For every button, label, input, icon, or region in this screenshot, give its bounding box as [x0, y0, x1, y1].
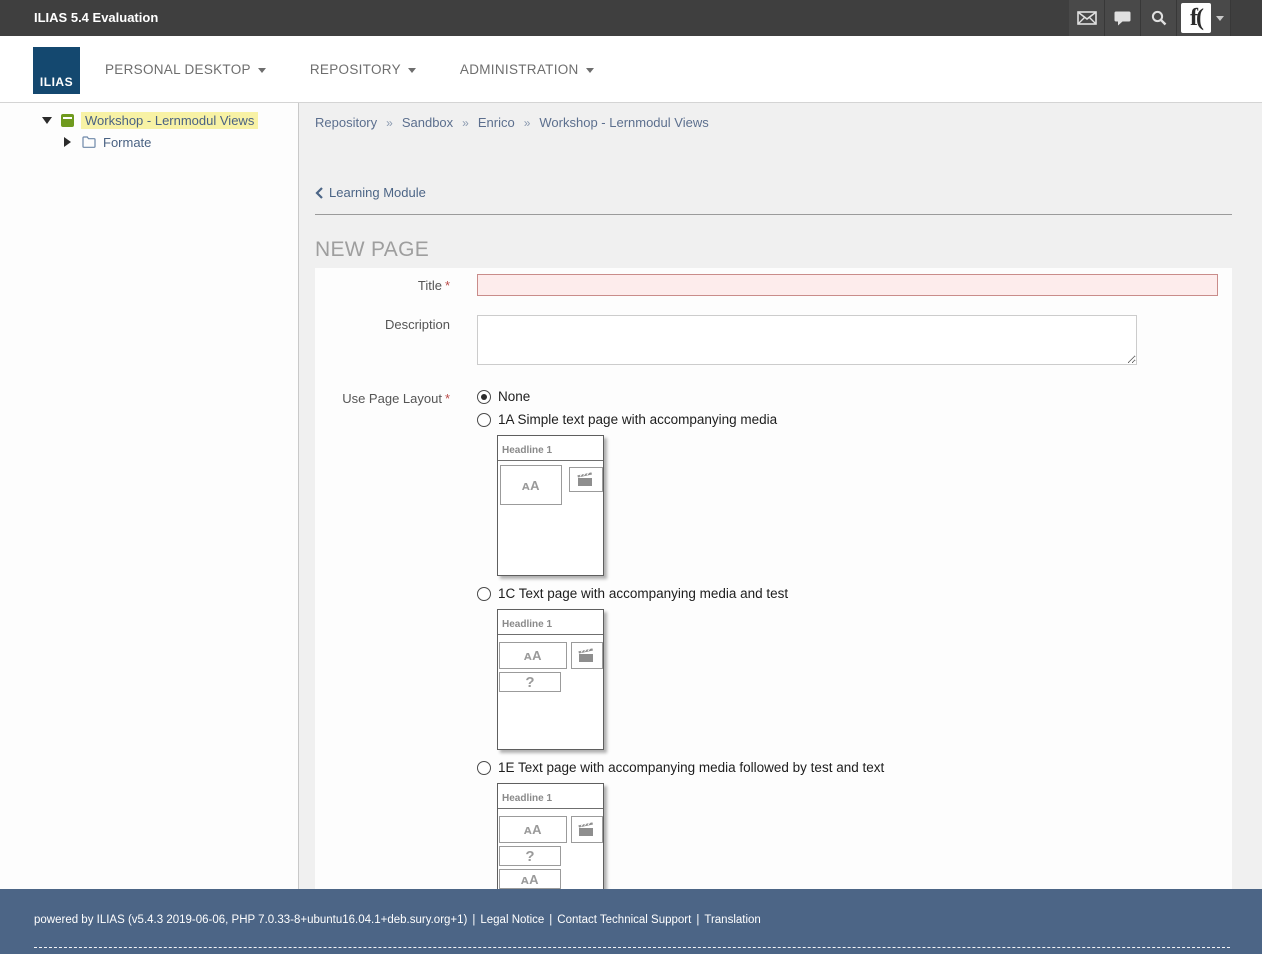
media-block-icon [571, 816, 603, 843]
learning-module-icon [61, 114, 74, 127]
tree-item-workshop: Workshop - Lernmodul Views [0, 112, 298, 128]
text-block-icon: ᴀA [500, 465, 562, 505]
form-row-page-layout: Use Page Layout* None 1A Simple text pag… [315, 389, 1232, 889]
breadcrumb-separator: » [524, 116, 531, 130]
main-region: Workshop - Lernmodul Views Formate Repos… [0, 103, 1262, 889]
description-textarea[interactable] [477, 315, 1137, 365]
chevron-down-icon [408, 68, 416, 73]
powered-by-link[interactable]: powered by ILIAS (v5.4.3 2019-06-06, PHP… [34, 914, 467, 926]
layout-preview-1e: Headline 1 ᴀA ? ᴀA [497, 783, 604, 889]
layout-option-1c: 1C Text page with accompanying media and… [477, 586, 1232, 601]
chevron-down-icon [258, 68, 266, 73]
breadcrumb-sandbox[interactable]: Sandbox [402, 115, 453, 130]
preview-headline: Headline 1 [498, 436, 603, 461]
mail-button[interactable] [1069, 0, 1105, 36]
chevron-down-icon [1216, 16, 1224, 21]
form-row-description: Description [315, 315, 1232, 370]
mail-icon [1077, 11, 1097, 25]
top-bar: ILIAS 5.4 Evaluation f( [0, 0, 1262, 36]
use-page-layout-label: Use Page Layout [342, 391, 442, 406]
radio-1e[interactable] [477, 761, 491, 775]
media-block-icon [569, 467, 603, 492]
breadcrumb-repository[interactable]: Repository [315, 115, 377, 130]
folder-icon [82, 136, 96, 148]
translation-link[interactable]: Translation [704, 914, 760, 926]
avatar: f( [1181, 3, 1211, 33]
chevron-left-icon [315, 187, 323, 199]
legal-notice-link[interactable]: Legal Notice [480, 914, 544, 926]
footer-focus-outline [34, 947, 1230, 948]
preview-headline: Headline 1 [498, 784, 603, 809]
breadcrumb-enrico[interactable]: Enrico [478, 115, 515, 130]
radio-1a[interactable] [477, 413, 491, 427]
tree-item-formate: Formate [0, 134, 298, 150]
nav-item-administration[interactable]: ADMINISTRATION [460, 62, 594, 77]
layout-option-1e: 1E Text page with accompanying media fol… [477, 760, 1232, 775]
content-area: Repository » Sandbox » Enrico » Workshop… [300, 103, 1262, 889]
required-marker: * [445, 278, 450, 293]
chat-button[interactable] [1105, 0, 1141, 36]
nav-menu: PERSONAL DESKTOP REPOSITORY ADMINISTRATI… [105, 36, 594, 103]
layout-preview-1a: Headline 1 ᴀA [497, 435, 604, 576]
description-label: Description [385, 317, 450, 332]
required-marker: * [445, 391, 450, 406]
preview-headline: Headline 1 [498, 610, 603, 635]
new-page-form: Title* Description Use Page Layout* [315, 268, 1232, 889]
radio-1c[interactable] [477, 587, 491, 601]
app-title: ILIAS 5.4 Evaluation [34, 10, 158, 25]
title-input[interactable] [477, 274, 1218, 296]
media-block-icon [571, 642, 603, 669]
breadcrumb-separator: » [386, 116, 393, 130]
back-to-learning-module-link[interactable]: Learning Module [315, 185, 426, 200]
search-icon [1151, 10, 1167, 26]
user-menu-button[interactable]: f( [1177, 0, 1231, 36]
breadcrumb-separator: » [462, 116, 469, 130]
chat-icon [1114, 11, 1131, 26]
layout-option-1a: 1A Simple text page with accompanying me… [477, 412, 1232, 427]
expand-icon[interactable] [64, 137, 71, 147]
layout-option-none: None [477, 389, 1232, 404]
footer: powered by ILIAS (v5.4.3 2019-06-06, PHP… [0, 889, 1262, 954]
contact-support-link[interactable]: Contact Technical Support [557, 914, 691, 926]
ilias-logo[interactable]: ILIAS [33, 47, 80, 94]
question-block-icon: ? [499, 846, 561, 866]
page-title: NEW PAGE [315, 238, 429, 262]
repository-tree: Workshop - Lernmodul Views Formate [0, 103, 299, 889]
text-block-icon: ᴀA [499, 642, 567, 669]
question-block-icon: ? [499, 672, 561, 692]
collapse-icon[interactable] [42, 117, 52, 124]
layout-preview-1c: Headline 1 ᴀA ? [497, 609, 604, 750]
main-nav: ILIAS PERSONAL DESKTOP REPOSITORY ADMINI… [0, 36, 1262, 103]
tree-item-label[interactable]: Formate [103, 135, 151, 150]
breadcrumb-workshop[interactable]: Workshop - Lernmodul Views [539, 115, 708, 130]
tree-item-label[interactable]: Workshop - Lernmodul Views [81, 112, 258, 129]
chevron-down-icon [586, 68, 594, 73]
search-button[interactable] [1141, 0, 1177, 36]
topbar-actions: f( [1069, 0, 1231, 36]
nav-item-personal-desktop[interactable]: PERSONAL DESKTOP [105, 62, 266, 77]
title-label: Title [418, 278, 442, 293]
breadcrumb: Repository » Sandbox » Enrico » Workshop… [315, 115, 709, 130]
footer-text: powered by ILIAS (v5.4.3 2019-06-06, PHP… [34, 914, 761, 926]
text-block-icon: ᴀA [499, 869, 561, 889]
radio-none[interactable] [477, 390, 491, 404]
text-block-icon: ᴀA [499, 816, 567, 843]
back-bar: Learning Module [315, 185, 1232, 215]
form-row-title: Title* [315, 274, 1232, 296]
nav-item-repository[interactable]: REPOSITORY [310, 62, 416, 77]
